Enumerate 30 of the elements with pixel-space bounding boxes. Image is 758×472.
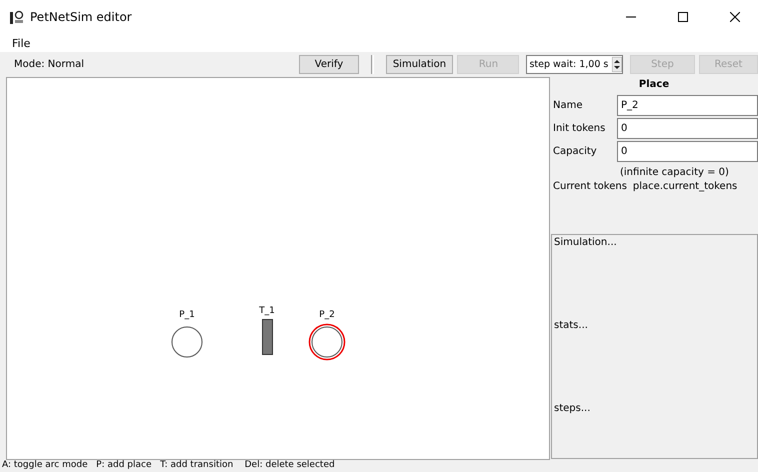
- node-label: T_1: [259, 306, 275, 316]
- toolbar-button[interactable]: Verify: [299, 55, 359, 74]
- input-field[interactable]: P_2: [617, 95, 758, 116]
- place-circle[interactable]: [308, 323, 346, 361]
- node-label: P_1: [179, 310, 195, 320]
- net-canvas[interactable]: P_1 T_1 P_2: [6, 77, 550, 460]
- window-title: PetNetSim editor: [30, 10, 132, 24]
- log-text: Simulation...: [554, 237, 618, 248]
- field-label: Name: [553, 100, 584, 111]
- input-field[interactable]: 0: [617, 141, 758, 162]
- hint-text: (infinite capacity = 0): [620, 166, 729, 178]
- status-text: A: toggle arc mode P: add place T: add transition Del: delete selected: [2, 460, 335, 470]
- input-field[interactable]: 0: [617, 118, 758, 139]
- log-text: steps...: [554, 403, 592, 414]
- step-wait-spinbox[interactable]: step wait: 1,00 s: [526, 55, 623, 74]
- menu-item[interactable]: File: [8, 36, 34, 50]
- close-icon: [730, 12, 740, 22]
- transition-bar[interactable]: [262, 319, 272, 355]
- maximize-icon: [678, 12, 688, 22]
- log-text: stats...: [554, 320, 589, 331]
- panel-title: Place: [638, 78, 670, 92]
- mode-label: Mode: Normal: [14, 59, 85, 70]
- field-label: Current tokens: [553, 181, 627, 192]
- spin-arrows-icon[interactable]: [612, 57, 622, 72]
- field-value: place.current_tokens: [632, 181, 738, 192]
- field-label: Init tokens: [553, 123, 606, 134]
- field-label: Capacity: [553, 146, 598, 157]
- node-label: P_2: [319, 310, 335, 320]
- app-logo-icon: [10, 10, 24, 24]
- toolbar-button[interactable]: Simulation: [386, 55, 454, 74]
